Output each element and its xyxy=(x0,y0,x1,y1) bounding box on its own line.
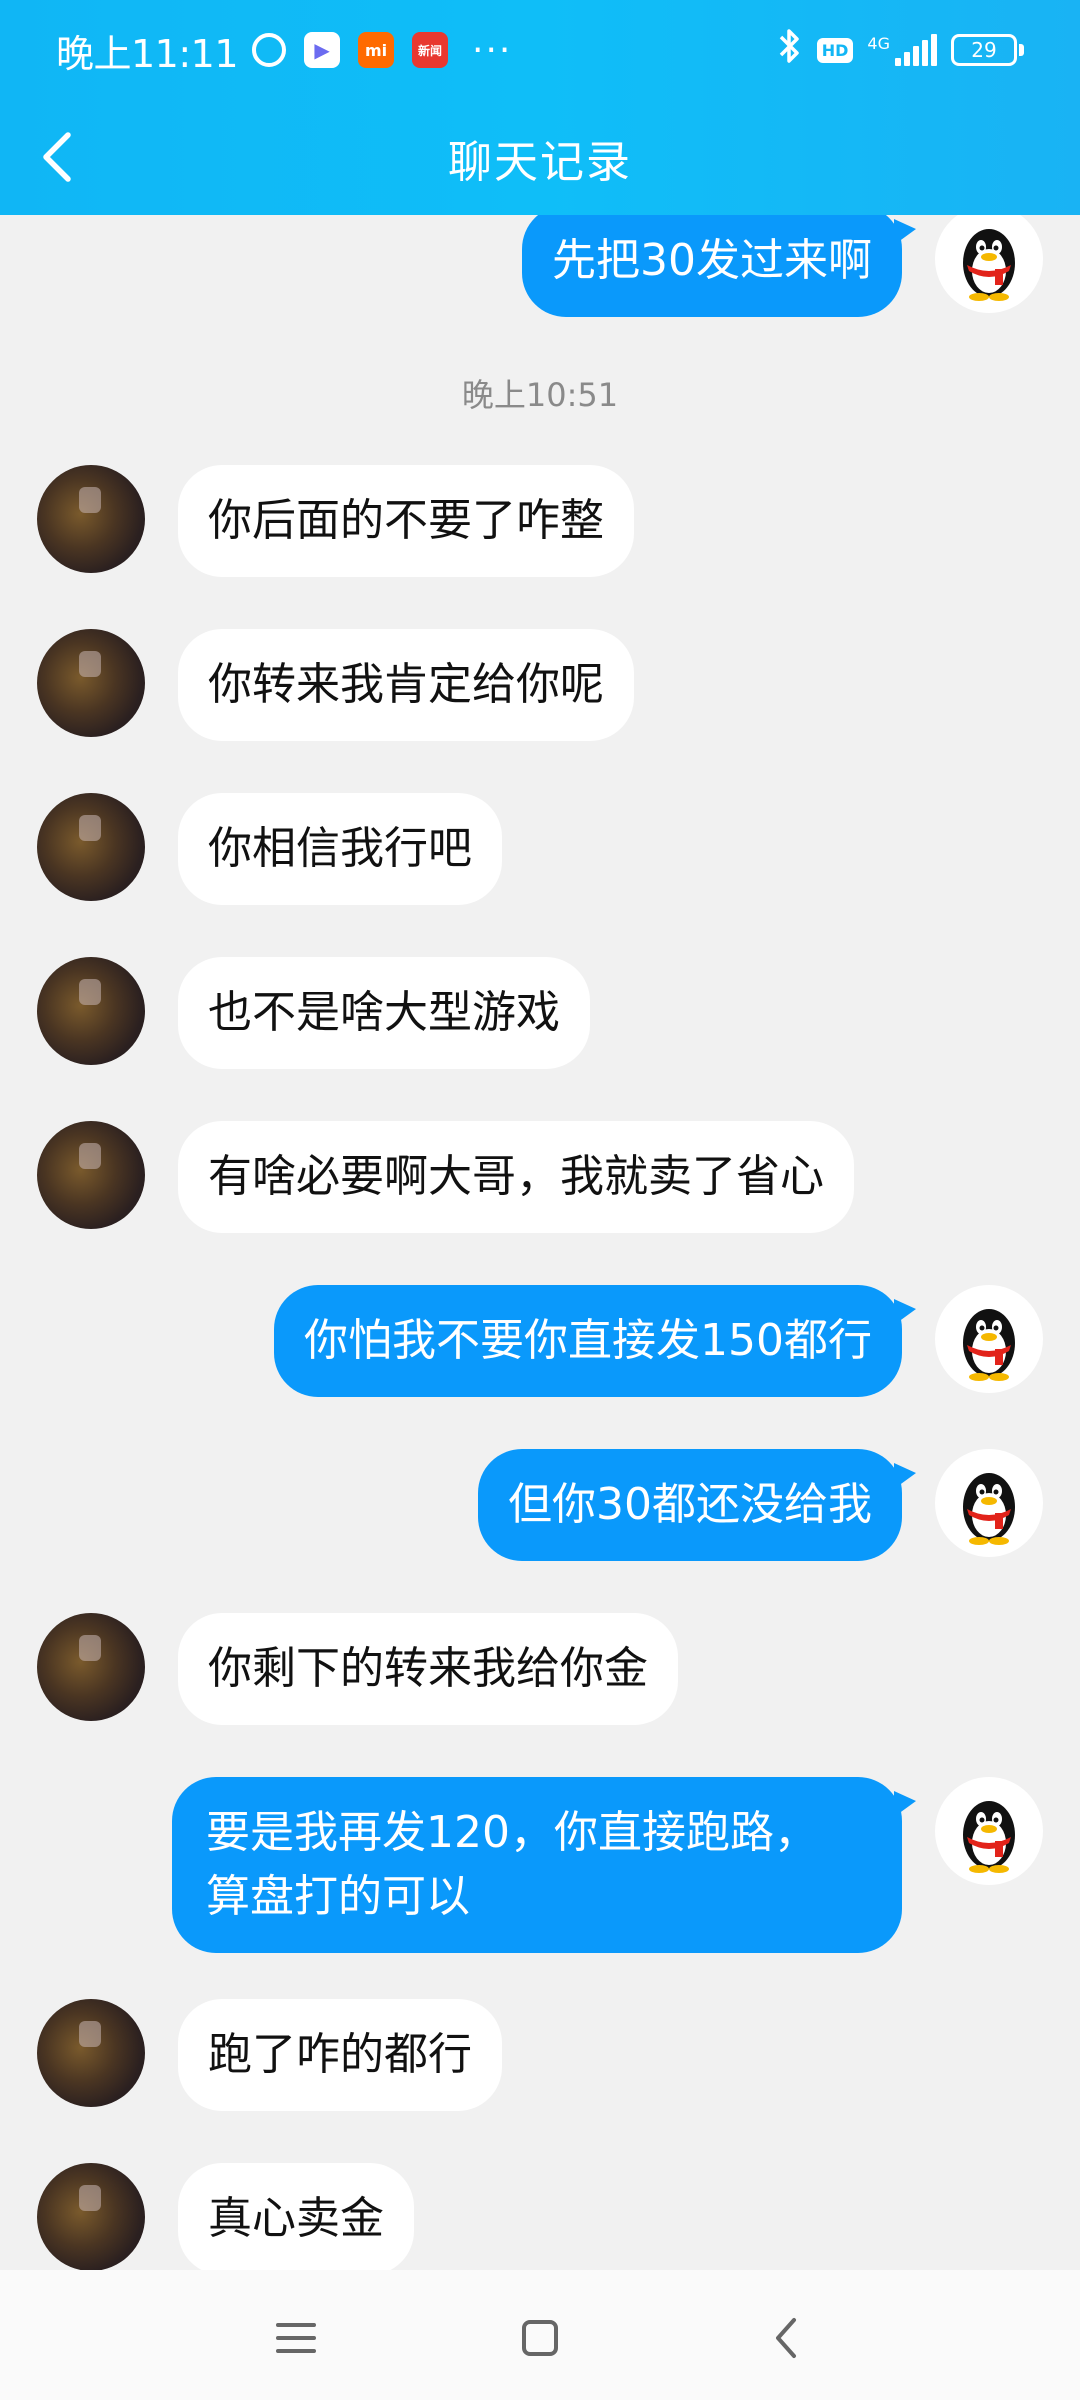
message-text: 真心卖金 xyxy=(208,2193,384,2244)
avatar-peer[interactable] xyxy=(37,793,145,901)
back-button[interactable] xyxy=(22,122,92,192)
message-bubble-outgoing[interactable]: 先把30发过来啊 xyxy=(522,215,916,317)
avatar-peer[interactable] xyxy=(37,1999,145,2107)
bluetooth-icon xyxy=(777,28,803,73)
mi-icon: mi xyxy=(358,32,395,68)
avatar-peer[interactable] xyxy=(37,957,145,1065)
back-nav-button[interactable] xyxy=(746,2298,826,2378)
message-text: 你剩下的转来我给你金 xyxy=(208,1643,648,1694)
avatar-peer[interactable] xyxy=(37,629,145,737)
chevron-left-icon xyxy=(776,2318,796,2358)
message-text: 先把30发过来啊 xyxy=(552,235,872,286)
penguin-icon xyxy=(963,1801,1015,1873)
home-square-icon xyxy=(522,2320,558,2356)
app-header: 晚上11:11 ▶ mi 新闻 ··· HD 4G 29 聊天记录 xyxy=(0,0,1080,215)
timestamp-label: 晚上10:51 xyxy=(461,376,619,414)
network-type-label: 4G xyxy=(867,34,890,53)
message-text: 但你30都还没给我 xyxy=(508,1479,872,1530)
battery-icon: 29 xyxy=(951,34,1024,66)
avatar-peer[interactable] xyxy=(37,465,145,573)
penguin-icon xyxy=(963,1473,1015,1545)
message-bubble-outgoing[interactable]: 但你30都还没给我 xyxy=(478,1449,916,1561)
status-time: 晚上11:11 xyxy=(56,31,239,76)
avatar-peer[interactable] xyxy=(37,1613,145,1721)
system-nav-bar xyxy=(0,2270,1080,2400)
avatar-self[interactable] xyxy=(935,215,1043,313)
alarm-icon xyxy=(252,33,287,67)
message-text: 也不是啥大型游戏 xyxy=(208,987,560,1038)
message-bubble-incoming[interactable]: 你剩下的转来我给你金 xyxy=(178,1613,678,1725)
message-text: 你后面的不要了咋整 xyxy=(208,495,604,546)
status-bar: 晚上11:11 ▶ mi 新闻 ··· HD 4G 29 xyxy=(0,0,1080,100)
title-bar: 聊天记录 xyxy=(0,100,1080,215)
avatar-self[interactable] xyxy=(935,1449,1043,1557)
message-bubble-incoming[interactable]: 跑了咋的都行 xyxy=(178,1999,502,2111)
message-bubble-incoming[interactable]: 有啥必要啊大哥，我就卖了省心 xyxy=(178,1121,854,1233)
chevron-left-icon xyxy=(43,132,71,182)
message-bubble-outgoing[interactable]: 要是我再发120，你直接跑路， 算盘打的可以 xyxy=(172,1777,916,1953)
message-text-line2: 算盘打的可以 xyxy=(206,1871,470,1922)
message-bubble-incoming[interactable]: 真心卖金 xyxy=(178,2163,414,2270)
hd-voice-icon: HD xyxy=(816,37,854,63)
avatar-self[interactable] xyxy=(935,1285,1043,1393)
avatar-peer[interactable] xyxy=(37,1121,145,1229)
penguin-icon xyxy=(963,229,1015,301)
video-app-icon: ▶ xyxy=(304,32,341,68)
avatar-peer[interactable] xyxy=(37,2163,145,2270)
status-notification-icons: ▶ mi 新闻 ··· xyxy=(252,30,512,71)
penguin-icon xyxy=(963,1309,1015,1381)
message-bubble-outgoing[interactable]: 你怕我不要你直接发150都行 xyxy=(274,1285,916,1397)
recent-apps-button[interactable] xyxy=(256,2298,336,2378)
signal-icon: 4G xyxy=(867,34,937,66)
message-text: 你怕我不要你直接发150都行 xyxy=(304,1315,872,1366)
avatar-self[interactable] xyxy=(935,1777,1043,1885)
page-title: 聊天记录 xyxy=(448,136,632,188)
message-text-line1: 要是我再发120，你直接跑路， xyxy=(206,1807,818,1858)
news-app-icon: 新闻 xyxy=(412,32,449,68)
menu-icon xyxy=(276,2323,316,2353)
chat-history[interactable]: 先把30发过来啊 晚上10:51 你后面的不要了咋整 你转来我肯定给你呢 你相信… xyxy=(0,215,1080,2270)
more-notifications-icon: ··· xyxy=(472,29,513,71)
battery-level: 29 xyxy=(971,38,997,62)
message-bubble-incoming[interactable]: 你相信我行吧 xyxy=(178,793,502,905)
status-system-icons: HD 4G 29 xyxy=(777,28,1024,73)
home-button[interactable] xyxy=(500,2298,580,2378)
message-bubble-incoming[interactable]: 你后面的不要了咋整 xyxy=(178,465,634,577)
message-text: 跑了咋的都行 xyxy=(208,2029,472,2080)
message-text: 你相信我行吧 xyxy=(208,823,472,874)
message-bubble-incoming[interactable]: 你转来我肯定给你呢 xyxy=(178,629,634,741)
message-bubble-incoming[interactable]: 也不是啥大型游戏 xyxy=(178,957,590,1069)
message-text: 有啥必要啊大哥，我就卖了省心 xyxy=(208,1151,824,1202)
message-text: 你转来我肯定给你呢 xyxy=(208,659,604,710)
